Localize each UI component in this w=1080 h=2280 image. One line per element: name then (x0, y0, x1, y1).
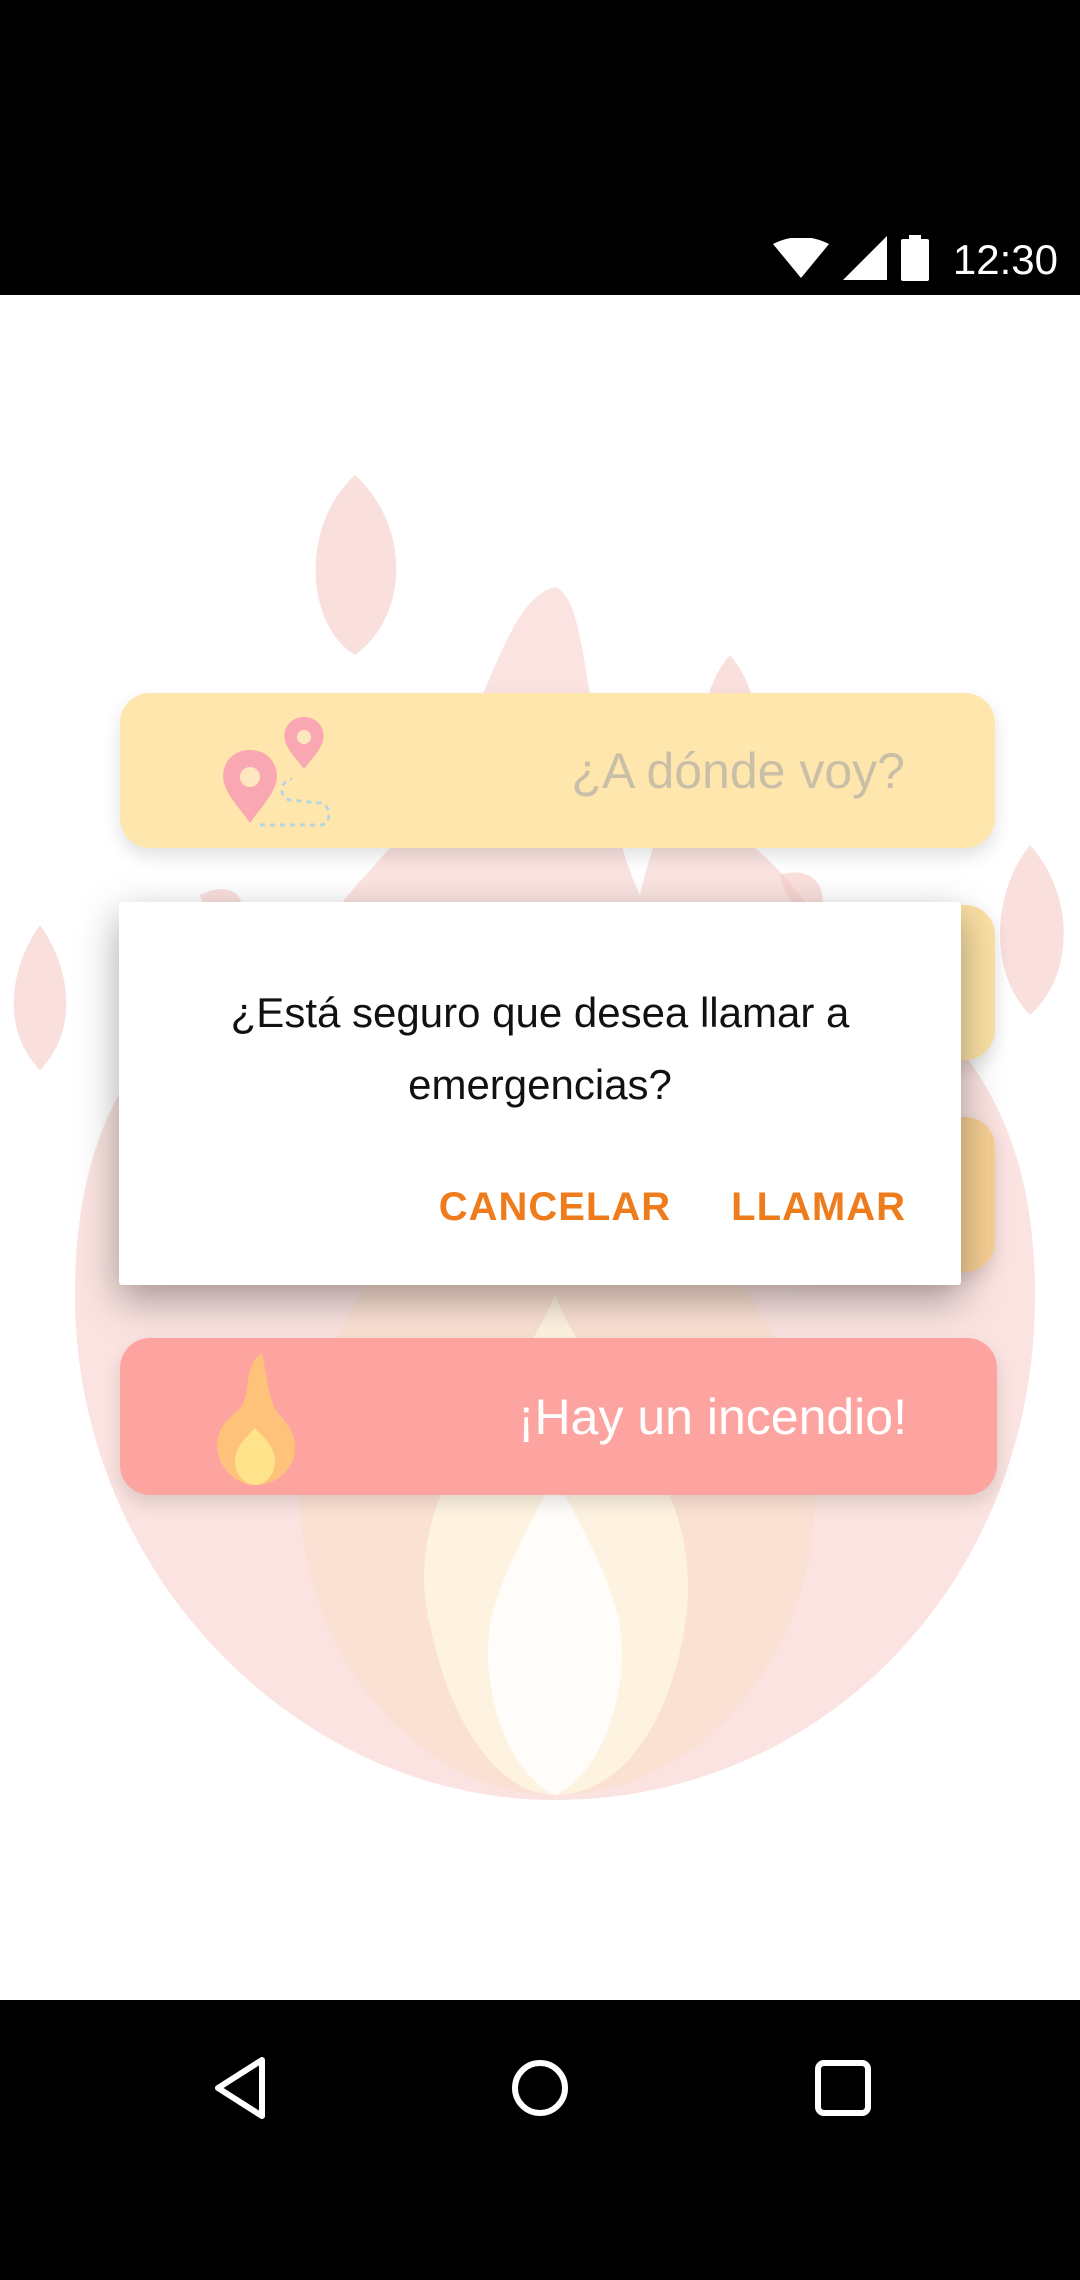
where-to-go-label: ¿A dónde voy? (571, 742, 905, 799)
dialog-actions: CANCELAR LLAMAR (439, 1185, 906, 1230)
status-icons: 12:30 (772, 232, 1058, 288)
flame-icon (200, 1343, 310, 1493)
confirm-call-dialog: ¿Está seguro que desea llamar a emergenc… (119, 902, 961, 1285)
report-fire-button[interactable]: ¡Hay un incendio! (120, 1338, 997, 1495)
call-button[interactable]: LLAMAR (731, 1185, 906, 1230)
recents-icon (813, 2058, 873, 2123)
where-to-go-button[interactable]: ¿A dónde voy? (120, 693, 995, 848)
battery-icon (900, 234, 929, 286)
home-icon (510, 2058, 570, 2123)
route-pins-icon (210, 705, 340, 840)
status-bar: 12:30 (0, 0, 1080, 295)
cell-signal-icon (842, 235, 887, 285)
home-button[interactable] (480, 2030, 600, 2150)
recents-button[interactable] (783, 2030, 903, 2150)
status-time: 12:30 (952, 236, 1058, 283)
cancel-button[interactable]: CANCELAR (439, 1185, 671, 1230)
report-fire-label: ¡Hay un incendio! (517, 1388, 907, 1445)
back-icon (210, 2056, 270, 2125)
navigation-bar (0, 2000, 1080, 2280)
wifi-icon (772, 236, 829, 283)
dialog-message: ¿Está seguro que desea llamar a emergenc… (230, 989, 850, 1108)
back-button[interactable] (180, 2030, 300, 2150)
